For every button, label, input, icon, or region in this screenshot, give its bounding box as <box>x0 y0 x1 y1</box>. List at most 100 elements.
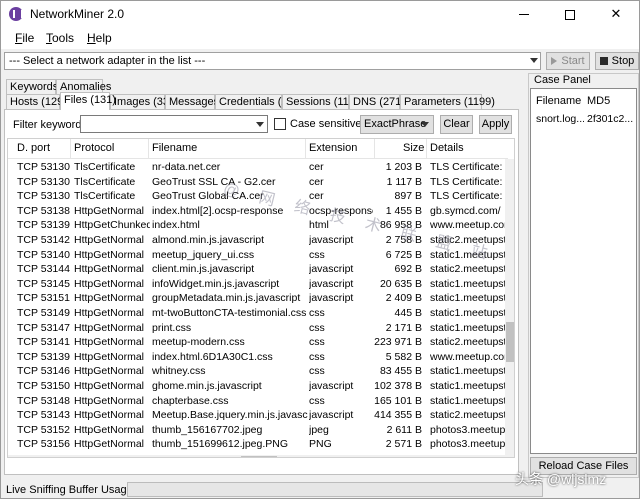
cell-protocol: HttpGetNormal <box>74 394 145 407</box>
table-row[interactable]: TCP 53152 HttpGetNormal thumb_156167702.jp… <box>8 423 506 438</box>
column-filename[interactable]: Filename <box>152 142 197 154</box>
cell-size: 5 582 B <box>385 350 422 363</box>
apply-button[interactable]: Apply <box>479 115 512 134</box>
case-file-name[interactable]: snort.log.... <box>536 113 584 125</box>
cell-details: static1.meetupsta <box>430 292 506 305</box>
cell-details: static1.meetupsta <box>430 307 506 319</box>
column-details[interactable]: Details <box>430 142 464 154</box>
table-row[interactable]: TCP 53156 HttpGetNormal thumb_151699612.jp… <box>8 437 506 452</box>
cell-filename: nr-data.net.cer <box>152 161 221 173</box>
cell-dport: TCP 53149 <box>17 307 70 319</box>
cell-dport: TCP 53148 <box>17 394 70 407</box>
cell-protocol: TlsCertificate <box>74 161 136 173</box>
cell-protocol: TlsCertificate <box>74 190 136 203</box>
column-divider <box>426 139 427 159</box>
cell-details: photos3.meetupst <box>430 423 506 436</box>
network-adapter-select[interactable]: --- Select a network adapter in the list… <box>4 52 541 70</box>
cell-extension: cer <box>309 161 324 173</box>
cell-details: TLS Certificate: C <box>430 190 506 203</box>
cell-size: 1 117 B <box>386 175 422 188</box>
table-row[interactable]: TCP 53148 HttpGetNormal chapterbase.css css… <box>8 394 506 409</box>
case-column-md5[interactable]: MD5 <box>587 95 610 107</box>
cell-details: static2.meetupsta <box>430 336 506 349</box>
cell-protocol: HttpGetNormal <box>74 365 145 378</box>
minimize-icon <box>519 14 529 16</box>
cell-filename: print.css <box>152 321 192 334</box>
cell-filename: almond.min.js.javascript <box>152 234 265 246</box>
column-protocol[interactable]: Protocol <box>74 142 114 154</box>
tab-parameters[interactable]: Parameters (1199) <box>400 94 495 110</box>
start-button[interactable]: Start <box>546 52 590 70</box>
cell-size: 2 171 B <box>385 321 422 334</box>
menu-tools[interactable]: Tools <box>46 31 74 45</box>
filter-keyword-label: Filter keyword: <box>13 119 85 131</box>
menu-help[interactable]: Help <box>87 31 112 45</box>
cell-dport: TCP 53140 <box>17 248 70 261</box>
vertical-scrollbar[interactable] <box>505 159 514 457</box>
menu-file[interactable]: File <box>15 31 34 45</box>
cell-protocol: HttpGetNormal <box>74 409 145 422</box>
cell-size: 83 455 B <box>379 365 422 378</box>
vertical-scroll-thumb[interactable] <box>506 322 514 362</box>
cell-protocol: HttpGetNormal <box>74 380 145 392</box>
cell-dport: TCP 53142 <box>17 234 70 246</box>
tab-sessions[interactable]: Sessions (113) <box>282 94 359 110</box>
stop-button[interactable]: Stop <box>595 52 639 70</box>
case-file-md5[interactable]: 2f301c2... <box>587 113 635 125</box>
clear-button[interactable]: Clear <box>440 115 473 134</box>
cell-filename: meetup_jquery_ui.css <box>152 248 255 261</box>
table-row[interactable]: TCP 53145 HttpGetNormal infoWidget.min.js.… <box>8 277 506 292</box>
table-row[interactable]: TCP 53146 HttpGetNormal whitney.css css 83 4… <box>8 364 506 379</box>
tab-hosts[interactable]: Hosts (129) <box>6 94 67 110</box>
cell-dport: TCP 53156 <box>17 438 70 451</box>
table-row[interactable]: TCP 53139 HttpGetNormal index.html.6D1A30C… <box>8 350 506 365</box>
horizontal-scroll-thumb[interactable] <box>241 456 277 457</box>
cell-details: static2.meetupsta <box>430 409 506 422</box>
table-row[interactable]: TCP 53149 HttpGetNormal mt-twoButtonCTA-te… <box>8 306 506 321</box>
maximize-icon <box>565 9 575 20</box>
cell-dport: TCP 53138 <box>17 204 70 217</box>
cell-details: TLS Certificate: C <box>430 175 506 188</box>
close-button[interactable]: ✕ <box>593 1 639 27</box>
tab-keywords[interactable]: Keywords <box>6 79 58 95</box>
cell-dport: TCP 53139 <box>17 219 70 232</box>
filter-keyword-input[interactable] <box>80 115 268 133</box>
tab-credentials[interactable]: Credentials (2) <box>215 94 291 110</box>
table-row[interactable]: TCP 53130 TlsCertificate nr-data.net.cer ce… <box>8 160 506 175</box>
table-row[interactable]: TCP 53147 HttpGetNormal print.css css 2 171 … <box>8 321 506 336</box>
match-mode-select[interactable]: ExactPhrase <box>360 115 434 134</box>
cell-dport: TCP 53130 <box>17 190 70 203</box>
column-size[interactable]: Size <box>403 142 424 154</box>
cell-extension: cer <box>309 175 324 188</box>
tab-dns[interactable]: DNS (271) <box>349 94 405 110</box>
table-row[interactable]: TCP 53150 HttpGetNormal ghome.min.js.javas… <box>8 379 506 394</box>
table-row[interactable]: TCP 53144 HttpGetNormal client.min.js.java… <box>8 262 506 277</box>
window-title: NetworkMiner 2.0 <box>30 7 125 21</box>
minimize-button[interactable] <box>501 1 547 27</box>
cell-size: 2 409 B <box>385 292 422 305</box>
watermark-corner-text: 头条 @wljslmz <box>515 471 607 487</box>
cell-filename: index.html.6D1A30C1.css <box>152 350 273 363</box>
case-column-filename[interactable]: Filename <box>536 95 581 107</box>
app-window: NetworkMiner 2.0 ✕ File Tools Help --- S… <box>0 0 640 499</box>
stop-icon <box>599 57 608 66</box>
case-sensitive-checkbox[interactable] <box>274 118 286 130</box>
adapter-value: --- Select a network adapter in the list… <box>9 55 206 67</box>
tab-images[interactable]: Images (33) <box>110 94 173 110</box>
case-panel-title: Case Panel <box>532 74 593 86</box>
column-extension[interactable]: Extension <box>309 142 357 154</box>
cell-dport: TCP 53145 <box>17 277 70 290</box>
cell-protocol: HttpGetNormal <box>74 248 145 261</box>
table-row[interactable]: TCP 53143 HttpGetNormal Meetup.Base.jquery… <box>8 408 506 423</box>
cell-extension: javascript <box>309 234 354 246</box>
cell-details: static1.meetupsta <box>430 277 506 290</box>
table-row[interactable]: TCP 53141 HttpGetNormal meetup-modern.css c… <box>8 335 506 350</box>
horizontal-scrollbar[interactable] <box>8 455 505 457</box>
tab-messages[interactable]: Messages <box>165 94 219 110</box>
maximize-button[interactable] <box>547 1 593 27</box>
tab-files[interactable]: Files (131) <box>60 92 116 110</box>
close-icon: ✕ <box>610 6 622 21</box>
table-row[interactable]: TCP 53151 HttpGetNormal groupMetadata.min.… <box>8 291 506 306</box>
cell-extension: javascript <box>309 292 354 305</box>
column-dport[interactable]: D. port <box>17 142 50 154</box>
